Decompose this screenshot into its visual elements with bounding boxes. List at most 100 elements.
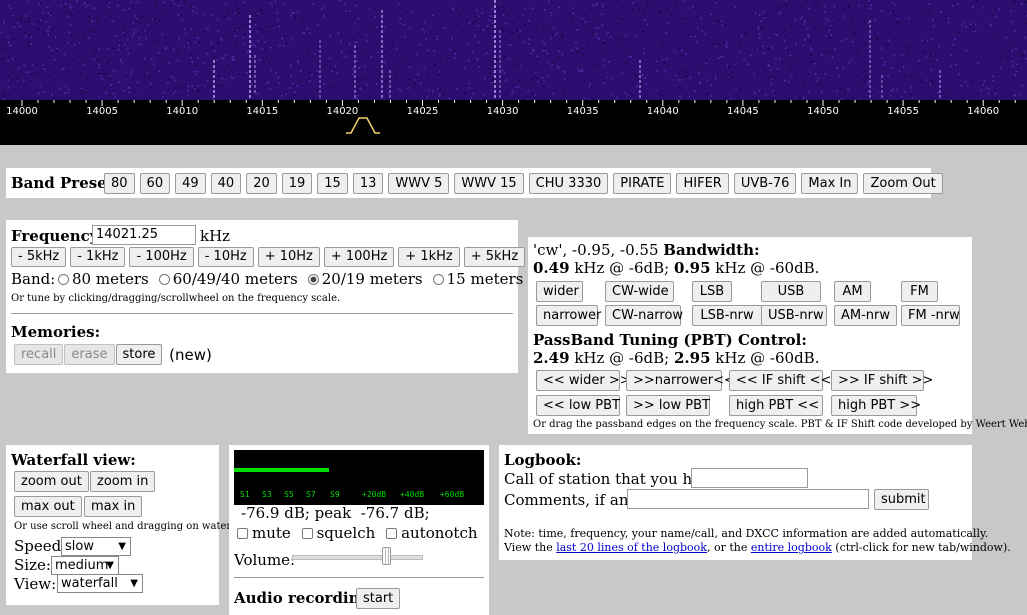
band-radio-label: 60/49/40 meters bbox=[172, 270, 298, 288]
step-10hz-button[interactable]: + 10Hz bbox=[257, 247, 320, 267]
pbt-if-shift-button[interactable]: << IF shift << bbox=[729, 370, 831, 391]
squelch-checkbox[interactable] bbox=[301, 528, 313, 539]
pbt-low-pbt-button[interactable]: << low PBT bbox=[536, 395, 620, 416]
band-preset-13[interactable]: 13 bbox=[352, 173, 384, 194]
band-radio-60-49-40-meters[interactable] bbox=[158, 274, 170, 285]
band-option-80-meters[interactable]: 80 meters bbox=[58, 270, 149, 288]
bw-wider-button[interactable]: wider bbox=[536, 281, 583, 302]
step-5khz-button[interactable]: - 5kHz bbox=[11, 247, 67, 267]
band-option-20-19-meters[interactable]: 20/19 meters bbox=[307, 270, 423, 288]
waterfall-display[interactable] bbox=[0, 0, 1027, 100]
band-radio-15-meters[interactable] bbox=[432, 274, 444, 285]
bandwidth-60db-value: 0.95 bbox=[673, 259, 711, 277]
s-meter-scale-label: S3 bbox=[262, 490, 272, 499]
bw-lsb-nrw-button[interactable]: LSB-nrw bbox=[692, 305, 762, 326]
submit-button[interactable]: submit bbox=[874, 489, 929, 510]
band-option-60-49-40-meters[interactable]: 60/49/40 meters bbox=[158, 270, 298, 288]
step-5khz-button[interactable]: + 5kHz bbox=[463, 247, 526, 267]
frequency-input[interactable]: 14021.25 bbox=[92, 225, 196, 245]
mute-checkbox[interactable] bbox=[237, 528, 248, 539]
pbt-6db-text: kHz @ -6dB; bbox=[569, 349, 674, 367]
step-1khz-button[interactable]: + 1kHz bbox=[398, 247, 460, 267]
band-radio-80-meters[interactable] bbox=[58, 274, 69, 285]
bw-fm-nrw-button[interactable]: FM -nrw bbox=[901, 305, 960, 326]
step-100hz-button[interactable]: + 100Hz bbox=[323, 247, 395, 267]
band-preset-zoom-out[interactable]: Zoom Out bbox=[863, 173, 943, 194]
pbt-if-shift-button[interactable]: >> IF shift >> bbox=[831, 370, 933, 391]
autonotch-label: autonotch bbox=[401, 524, 478, 542]
zoom-out-button[interactable]: zoom out bbox=[14, 471, 89, 492]
bandwidth-6db-value: 0.49 bbox=[533, 259, 570, 277]
pbt-6db-value: 2.49 bbox=[533, 349, 570, 367]
size-select[interactable]: medium ▼ bbox=[51, 556, 119, 575]
last-20-lines-link[interactable]: last 20 lines of the logbook bbox=[556, 541, 707, 554]
speed-label: Speed: bbox=[14, 537, 67, 555]
band-preset-max-in[interactable]: Max In bbox=[801, 173, 859, 194]
frequency-panel: Frequency: 14021.25 kHz - 5kHz - 1kHz - 10… bbox=[6, 220, 526, 373]
band-preset-40[interactable]: 40 bbox=[210, 173, 242, 194]
max-in-button[interactable]: max in bbox=[84, 496, 143, 517]
band-preset-20[interactable]: 20 bbox=[246, 173, 277, 194]
pbt-low-pbt-button[interactable]: >> low PBT bbox=[626, 395, 710, 416]
chevron-down-icon: ▼ bbox=[118, 541, 126, 552]
divider bbox=[234, 577, 484, 578]
speed-value: slow bbox=[65, 539, 94, 554]
comments-input[interactable] bbox=[627, 489, 869, 509]
mode-text: 'cw', -0.95, -0.55 bbox=[533, 241, 659, 259]
band-preset-chu-3330[interactable]: CHU 3330 bbox=[528, 173, 609, 194]
frequency-scale[interactable]: 14000 14005 14010 14015 14020 14025 14030 14035… bbox=[0, 100, 1027, 145]
memory-status: (new) bbox=[169, 345, 212, 364]
bw-am-nrw-button[interactable]: AM-nrw bbox=[834, 305, 897, 326]
band-preset-wwv-15[interactable]: WWV 15 bbox=[454, 173, 524, 194]
band-preset-wwv-5[interactable]: WWV 5 bbox=[388, 173, 450, 194]
passband-indicator[interactable] bbox=[343, 116, 383, 138]
pbt-high-pbt-button[interactable]: high PBT >> bbox=[831, 395, 921, 416]
bw-fm-button[interactable]: FM bbox=[901, 281, 938, 302]
max-out-button[interactable]: max out bbox=[14, 496, 82, 517]
volume-thumb[interactable] bbox=[382, 547, 392, 565]
zoom-in-button[interactable]: zoom in bbox=[90, 471, 156, 492]
band-preset-pirate[interactable]: PIRATE bbox=[613, 173, 672, 194]
volume-slider[interactable] bbox=[292, 547, 423, 567]
erase-button[interactable]: erase bbox=[64, 344, 115, 365]
start-recording-button[interactable]: start bbox=[356, 588, 401, 609]
bw-usb-button[interactable]: USB bbox=[761, 281, 821, 302]
band-preset-15[interactable]: 15 bbox=[317, 173, 348, 194]
view-select[interactable]: waterfall ▼ bbox=[57, 574, 143, 593]
scale-tick-label: 14055 bbox=[887, 106, 919, 117]
step-1khz-button[interactable]: - 1kHz bbox=[70, 247, 126, 267]
band-label: Band: bbox=[11, 270, 56, 288]
scale-tick-label: 14015 bbox=[246, 106, 278, 117]
logbook-note: Note: time, frequency, your name/call, a… bbox=[504, 527, 989, 540]
store-button[interactable]: store bbox=[115, 344, 163, 365]
step-100hz-button[interactable]: - 100Hz bbox=[129, 247, 194, 267]
band-preset-80[interactable]: 80 bbox=[104, 173, 135, 194]
bandwidth-panel: 'cw', -0.95, -0.55 Bandwidth: 0.49 kHz @… bbox=[528, 237, 1027, 434]
recall-button[interactable]: recall bbox=[14, 344, 64, 365]
entire-logbook-link[interactable]: entire logbook bbox=[751, 541, 832, 554]
speed-select[interactable]: slow ▼ bbox=[61, 537, 131, 556]
pbt-wider-button[interactable]: << wider >> bbox=[536, 370, 631, 391]
bw-narrower-button[interactable]: narrower bbox=[536, 305, 601, 326]
band-preset-60[interactable]: 60 bbox=[139, 173, 171, 194]
step-10hz-button[interactable]: - 10Hz bbox=[197, 247, 254, 267]
bw-lsb-button[interactable]: LSB bbox=[692, 281, 732, 302]
bw-cw-narrow-button[interactable]: CW-narrow bbox=[605, 305, 683, 326]
bw-usb-nrw-button[interactable]: USB-nrw bbox=[761, 305, 827, 326]
band-option-15-meters[interactable]: 15 meters bbox=[432, 270, 523, 288]
band-preset-uvb-76[interactable]: UVB-76 bbox=[733, 173, 797, 194]
band-radio-20-19-meters[interactable] bbox=[307, 274, 319, 285]
call-input[interactable] bbox=[691, 468, 808, 488]
volume-track bbox=[292, 555, 423, 560]
band-preset-hifer[interactable]: HIFER bbox=[676, 173, 729, 194]
band-preset-49[interactable]: 49 bbox=[175, 173, 206, 194]
frequency-label: Frequency: bbox=[11, 227, 105, 245]
band-preset-19[interactable]: 19 bbox=[281, 173, 313, 194]
pbt-narrower-button[interactable]: >>narrower<< bbox=[626, 370, 735, 391]
pbt-high-pbt-button[interactable]: high PBT << bbox=[729, 395, 823, 416]
call-label: Call of station that you hear: bbox=[504, 470, 723, 488]
bw-am-button[interactable]: AM bbox=[834, 281, 871, 302]
bw-cw-wide-button[interactable]: CW-wide bbox=[605, 281, 674, 302]
autonotch-checkbox[interactable] bbox=[386, 528, 398, 539]
audio-panel: S1 S3 S5 S7 S9 +20dB +40dB +60dB -76.9 dB; peak… bbox=[229, 445, 489, 615]
